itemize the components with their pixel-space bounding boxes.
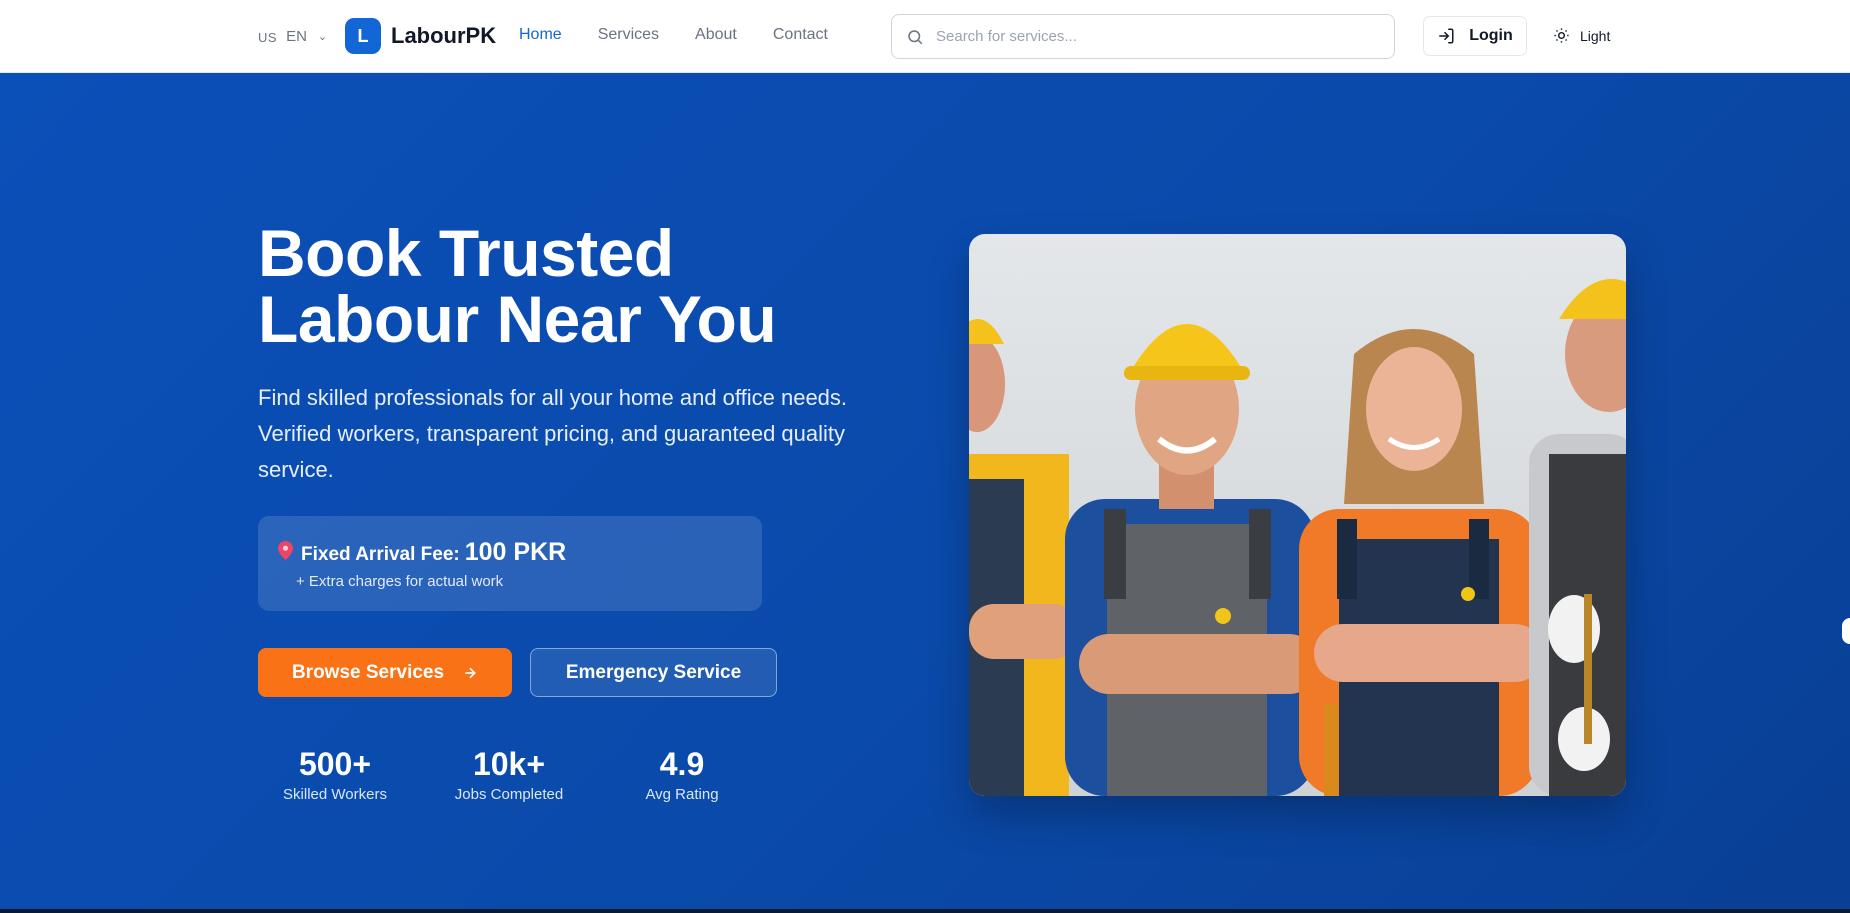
search-input[interactable]: [936, 28, 1356, 45]
stat-label: Jobs Completed: [454, 786, 564, 803]
stat-value: 10k+: [472, 746, 546, 782]
emergency-service-label: Emergency Service: [565, 661, 742, 683]
login-label: Login: [1469, 27, 1513, 44]
us-flag-icon: US: [258, 30, 278, 45]
chevron-down-icon: ⌄: [317, 30, 328, 43]
nav-home[interactable]: Home: [519, 26, 562, 44]
stat-jobs: 10k+ Jobs Completed: [412, 746, 606, 803]
stat-value: 500+: [298, 746, 372, 782]
workers-hero-image: [969, 234, 1626, 796]
brand-name: LabourPK: [391, 23, 497, 48]
floating-widget-edge[interactable]: [1842, 618, 1850, 644]
map-pin-icon: [278, 541, 293, 565]
login-icon: [1439, 28, 1454, 44]
nav-about[interactable]: About: [695, 26, 737, 44]
stat-workers: 500+ Skilled Workers: [258, 746, 412, 803]
arrival-fee-card: Fixed Arrival Fee: 100 PKR + Extra charg…: [258, 516, 762, 611]
language-selector[interactable]: US EN ⌄: [258, 27, 328, 46]
theme-label: Light: [1580, 27, 1611, 44]
workers-illustration: [969, 279, 1626, 796]
fee-label: Fixed Arrival Fee:: [301, 544, 460, 565]
logo-icon: L: [345, 18, 381, 54]
hero-description: Find skilled professionals for all your …: [258, 385, 848, 482]
fee-value: 100 PKR: [464, 538, 567, 566]
navbar: US EN ⌄ L LabourPK Home Services About C…: [0, 0, 1850, 73]
hero-section: Book Trusted Labour Near You Find skille…: [0, 73, 1850, 913]
hero-title: Book Trusted Labour Near You: [258, 220, 898, 352]
search-icon: [908, 29, 923, 44]
fee-note: + Extra charges for actual work: [296, 573, 504, 590]
hero-title-line1: Book Trusted: [258, 216, 674, 290]
stat-rating: 4.9 Avg Rating: [606, 746, 758, 803]
hero-title-line2: Labour Near You: [258, 282, 777, 356]
login-button[interactable]: Login: [1423, 16, 1527, 56]
browse-services-button[interactable]: Browse Services: [258, 648, 512, 697]
emergency-service-button[interactable]: Emergency Service: [530, 648, 777, 697]
language-code: EN: [286, 27, 307, 45]
brand-logo[interactable]: L LabourPK: [345, 18, 496, 54]
main-nav: Home Services About Contact: [519, 26, 828, 44]
sun-icon: [1554, 28, 1569, 43]
arrow-right-icon: [465, 667, 476, 678]
stats-row: 500+ Skilled Workers 10k+ Jobs Completed…: [258, 746, 758, 803]
page-bottom-edge: [0, 909, 1850, 913]
theme-toggle[interactable]: Light: [1553, 27, 1610, 44]
stat-value: 4.9: [659, 746, 705, 782]
stat-label: Avg Rating: [645, 786, 719, 803]
nav-services[interactable]: Services: [598, 26, 659, 44]
browse-services-label: Browse Services: [291, 661, 445, 683]
stat-label: Skilled Workers: [283, 786, 387, 803]
nav-contact[interactable]: Contact: [773, 26, 828, 44]
search-bar: [891, 14, 1395, 59]
